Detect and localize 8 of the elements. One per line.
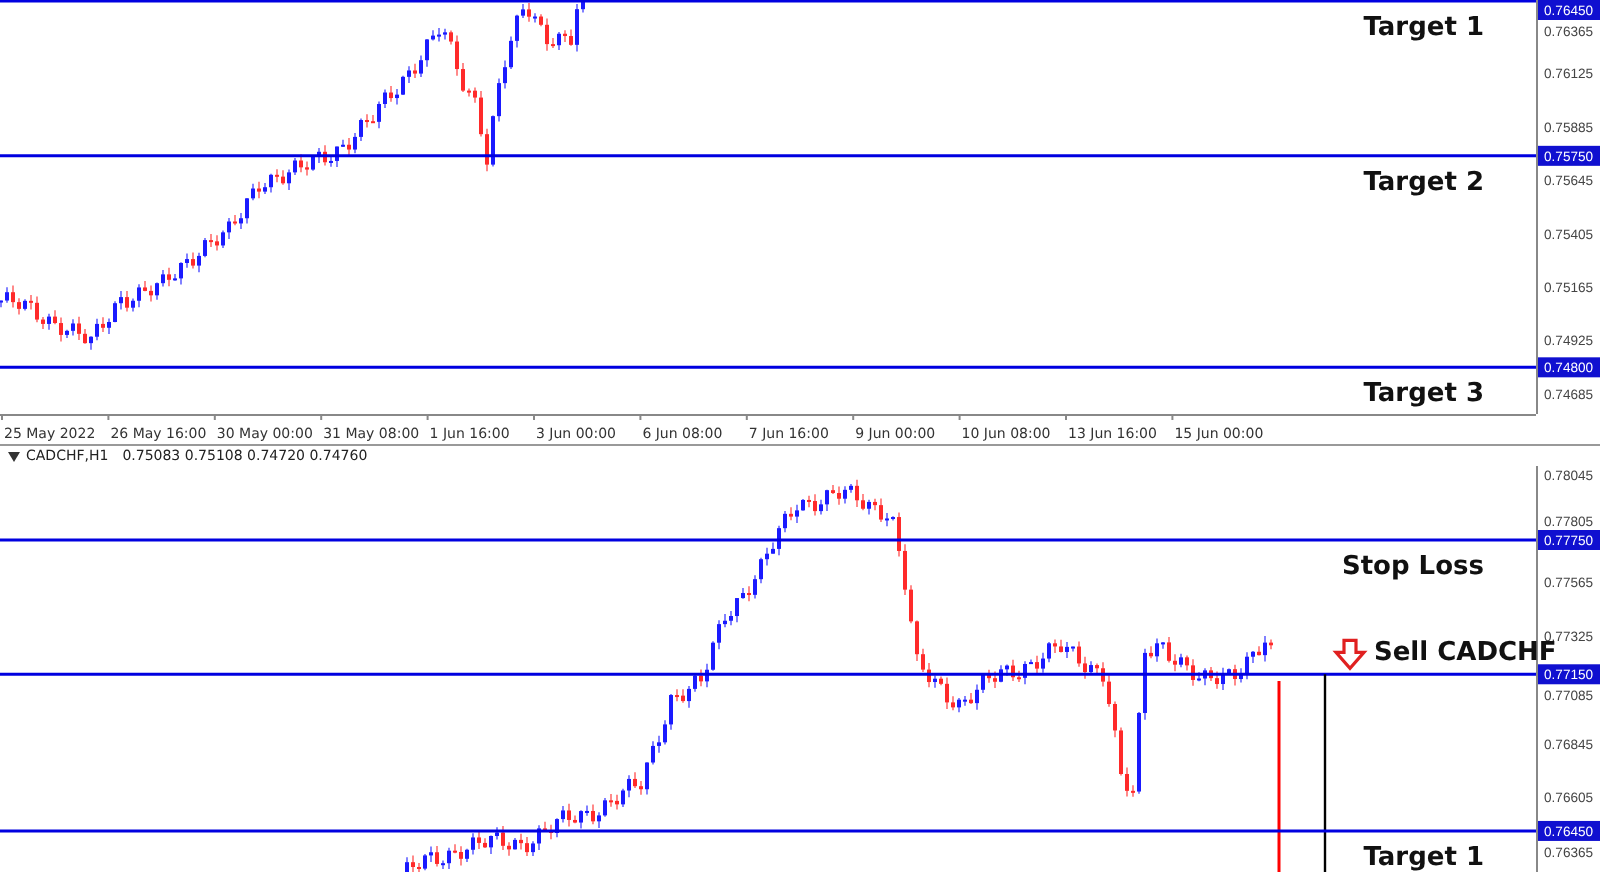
dropdown-triangle-icon[interactable] bbox=[8, 451, 20, 461]
level-label: Sell CADCHF bbox=[1374, 638, 1557, 669]
level-label: Stop Loss bbox=[1341, 552, 1484, 582]
level-label: Target 3 bbox=[1363, 379, 1484, 410]
down-arrow-icon bbox=[1332, 638, 1368, 671]
level-label: Target 1 bbox=[1363, 842, 1484, 872]
level-label: Target 2 bbox=[1363, 167, 1484, 198]
level-label: Target 1 bbox=[1363, 13, 1484, 43]
